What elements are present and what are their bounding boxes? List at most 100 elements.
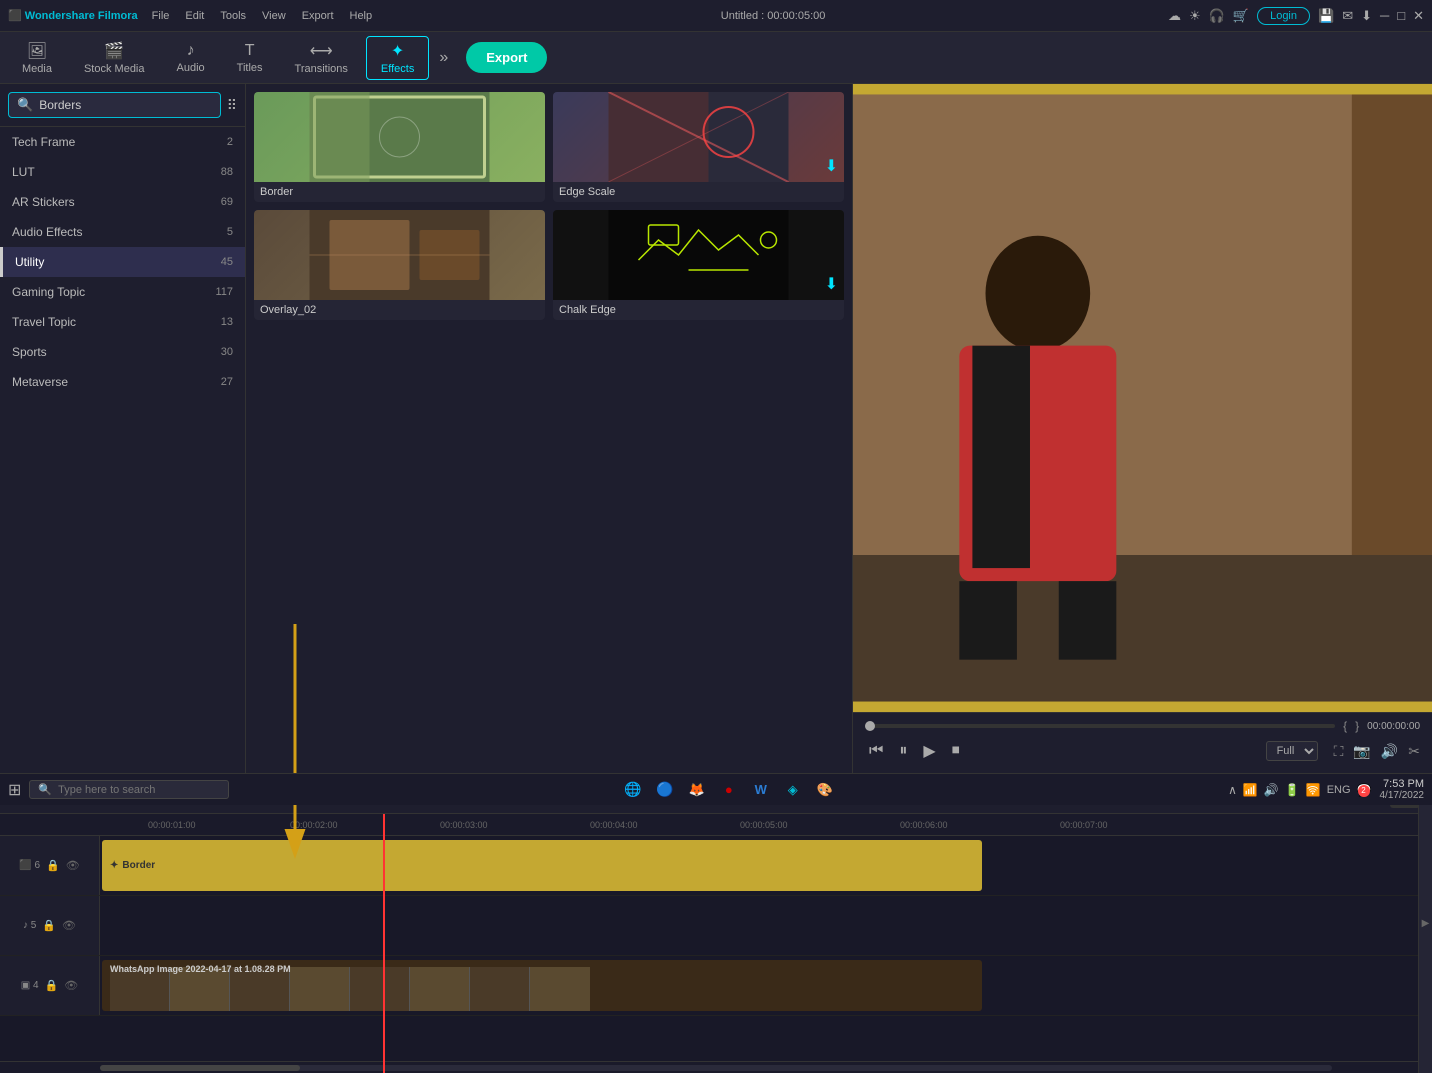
main-area: 🔍 ⠿ Tech Frame 2 LUT 88 AR Stickers 69 A… <box>0 84 1432 773</box>
menu-export[interactable]: Export <box>296 8 340 24</box>
track-content-6: ✦ Border <box>100 836 1432 895</box>
screenshot-icon[interactable]: 📷 <box>1353 743 1370 760</box>
scrubber-thumb[interactable] <box>865 721 875 731</box>
menu-edit[interactable]: Edit <box>179 8 210 24</box>
track4-eye[interactable]: 👁 <box>64 979 78 992</box>
cat-lut[interactable]: LUT 88 <box>0 157 245 187</box>
taskbar-search-input[interactable] <box>58 784 220 796</box>
track5-eye[interactable]: 👁 <box>62 919 76 932</box>
save-icon[interactable]: 💾 <box>1318 8 1334 24</box>
window-title: Untitled : 00:00:05:00 <box>721 10 826 22</box>
cat-metaverse[interactable]: Metaverse 27 <box>0 367 245 397</box>
effect-border[interactable]: Border <box>254 92 545 202</box>
pause-button[interactable]: ⏸ <box>895 740 911 762</box>
sun-icon[interactable]: ☀ <box>1189 8 1201 24</box>
mail-icon[interactable]: ✉ <box>1342 8 1353 24</box>
taskbar-left: ⊞ 🔍 <box>8 780 229 800</box>
download-icon[interactable]: ⬇ <box>1361 8 1372 24</box>
grid-view-icon[interactable]: ⠿ <box>227 97 237 114</box>
video-clip-label: WhatsApp Image 2022-04-17 at 1.08.28 PM <box>106 962 295 976</box>
tool-stock-media[interactable]: 🎬 Stock Media <box>70 37 159 79</box>
track6-eye[interactable]: 👁 <box>66 859 80 872</box>
taskbar-app-unknown[interactable]: ◈ <box>779 776 807 804</box>
battery-icon[interactable]: 🔋 <box>1285 783 1300 797</box>
cat-audio-effects[interactable]: Audio Effects 5 <box>0 217 245 247</box>
border-clip[interactable]: ✦ Border <box>102 840 982 890</box>
video-still <box>853 84 1432 712</box>
cloud-icon[interactable]: ☁ <box>1168 8 1181 24</box>
search-input-wrap: 🔍 <box>8 92 221 118</box>
cat-gaming-topic[interactable]: Gaming Topic 117 <box>0 277 245 307</box>
effect-overlay02[interactable]: Overlay_02 <box>254 210 545 320</box>
network-icon[interactable]: 📶 <box>1243 783 1258 797</box>
chalk-edge-thumb: ⬇ <box>553 210 844 300</box>
chevron-up-icon[interactable]: ∧ <box>1228 783 1237 797</box>
minimize-button[interactable]: ─ <box>1380 8 1389 23</box>
menu-tools[interactable]: Tools <box>214 8 252 24</box>
effect-edge-scale[interactable]: ⬇ Edge Scale <box>553 92 844 202</box>
preview-controls: { } 00:00:00:00 ⏮ ⏸ ▶ ⏹ Full 1/2 1/4 ⛶ 📷… <box>853 712 1432 773</box>
border-thumb <box>254 92 545 182</box>
taskbar-app-word[interactable]: W <box>747 776 775 804</box>
effect-chalk-edge[interactable]: ⬇ Chalk Edge <box>553 210 844 320</box>
titlebar-left: ⬛ Wondershare Filmora File Edit Tools Vi… <box>8 8 378 24</box>
shop-icon[interactable]: 🛒 <box>1233 8 1249 24</box>
scroll-track[interactable] <box>100 1065 1332 1071</box>
taskbar-app-opera[interactable]: ● <box>715 776 743 804</box>
tool-media[interactable]: 🖼 Media <box>8 37 66 79</box>
stop-button[interactable]: ⏹ <box>948 740 964 762</box>
fullscreen-icon[interactable]: ⛶ <box>1334 743 1344 760</box>
menu-help[interactable]: Help <box>344 8 379 24</box>
scrubber-bar: { } 00:00:00:00 <box>865 719 1420 733</box>
more-tools-chevron[interactable]: » <box>439 49 448 67</box>
edge-scale-label: Edge Scale <box>553 182 844 202</box>
crop-icon[interactable]: ✂ <box>1408 743 1420 760</box>
right-collapse-handle[interactable]: ▶ <box>1418 774 1432 1073</box>
taskbar-app-firefox[interactable]: 🦊 <box>683 776 711 804</box>
volume-icon[interactable]: 🔊 <box>1381 743 1398 760</box>
quality-select[interactable]: Full 1/2 1/4 <box>1266 741 1318 761</box>
track6-icon: ⬛ 6 <box>19 860 40 871</box>
overlay02-thumb <box>254 210 545 300</box>
track4-lock[interactable]: 🔒 <box>45 979 59 992</box>
windows-start-button[interactable]: ⊞ <box>8 780 21 800</box>
titles-icon: T <box>245 42 255 60</box>
maximize-button[interactable]: □ <box>1397 8 1405 23</box>
notification-icon[interactable]: 💬 2 <box>1357 783 1372 797</box>
track5-lock[interactable]: 🔒 <box>42 919 56 932</box>
headphone-icon[interactable]: 🎧 <box>1209 8 1225 24</box>
preview-panel: { } 00:00:00:00 ⏮ ⏸ ▶ ⏹ Full 1/2 1/4 ⛶ 📷… <box>852 84 1432 773</box>
tool-effects[interactable]: ✦ Effects <box>366 36 429 80</box>
tool-audio[interactable]: ♪ Audio <box>163 38 219 78</box>
login-button[interactable]: Login <box>1257 7 1310 25</box>
cat-travel-topic[interactable]: Travel Topic 13 <box>0 307 245 337</box>
search-input[interactable] <box>39 98 212 112</box>
scroll-thumb[interactable] <box>100 1065 300 1071</box>
ruler-mark-2: 00:00:02:00 <box>290 820 338 830</box>
cat-ar-stickers[interactable]: AR Stickers 69 <box>0 187 245 217</box>
close-button[interactable]: ✕ <box>1413 8 1424 24</box>
effects-icon: ✦ <box>391 41 404 61</box>
cat-utility[interactable]: Utility 45 <box>0 247 245 277</box>
cat-tech-frame[interactable]: Tech Frame 2 <box>0 127 245 157</box>
taskbar-app-paint[interactable]: 🎨 <box>811 776 839 804</box>
step-back-button[interactable]: ⏮ <box>865 740 887 762</box>
video-clip[interactable]: WhatsApp Image 2022-04-17 at 1.08.28 PM <box>102 960 982 1010</box>
ruler-mark-5: 00:00:05:00 <box>740 820 788 830</box>
taskbar-app-chrome[interactable]: 🔵 <box>651 776 679 804</box>
transitions-icon: ⟷ <box>310 41 333 61</box>
track6-lock[interactable]: 🔒 <box>46 859 60 872</box>
taskbar-app-edge[interactable]: 🌐 <box>619 776 647 804</box>
cat-sports[interactable]: Sports 30 <box>0 337 245 367</box>
play-button[interactable]: ▶ <box>919 739 939 763</box>
menu-view[interactable]: View <box>256 8 292 24</box>
volume-sys-icon[interactable]: 🔊 <box>1264 783 1279 797</box>
toolbar: 🖼 Media 🎬 Stock Media ♪ Audio T Titles ⟷… <box>0 32 1432 84</box>
scrubber-track[interactable] <box>865 724 1335 728</box>
wifi-icon[interactable]: 🛜 <box>1306 783 1321 797</box>
overlay02-label: Overlay_02 <box>254 300 545 320</box>
menu-file[interactable]: File <box>146 8 176 24</box>
tool-transitions[interactable]: ⟷ Transitions <box>281 37 362 79</box>
export-button[interactable]: Export <box>466 42 547 73</box>
tool-titles[interactable]: T Titles <box>223 38 277 78</box>
